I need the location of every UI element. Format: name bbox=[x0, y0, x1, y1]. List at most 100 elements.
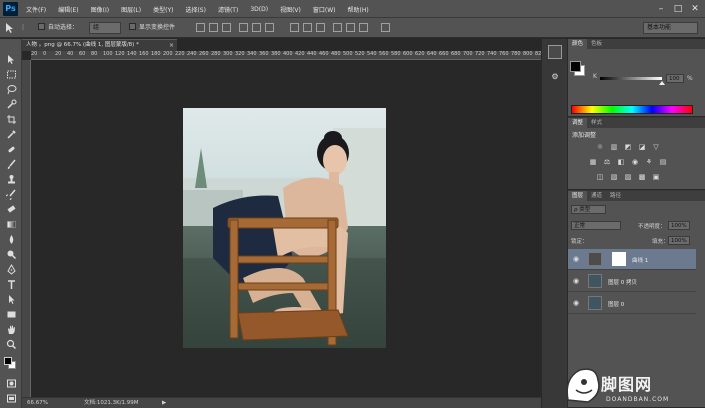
distribute-vcenter-icon[interactable] bbox=[303, 23, 312, 32]
layer-mask-thumbnail[interactable] bbox=[612, 252, 626, 266]
tab-color[interactable]: 颜色 bbox=[568, 39, 588, 49]
distribute-right-icon[interactable] bbox=[359, 23, 368, 32]
gradient-tool-icon[interactable] bbox=[5, 218, 17, 230]
history-panel-icon[interactable] bbox=[548, 45, 562, 59]
align-left-icon[interactable] bbox=[239, 23, 248, 32]
restore-button[interactable]: □ bbox=[672, 3, 684, 15]
tab-channels[interactable]: 通道 bbox=[587, 191, 606, 201]
tab-adjustments[interactable]: 调整 bbox=[568, 118, 588, 128]
eyedropper-tool-icon[interactable] bbox=[5, 128, 17, 140]
show-transform-checkbox[interactable]: 显示变换控件 bbox=[129, 22, 175, 34]
fill-field[interactable]: 100% bbox=[668, 236, 690, 245]
layer-filter-dropdown[interactable]: ρ 类型 bbox=[571, 205, 606, 214]
distribute-top-icon[interactable] bbox=[290, 23, 299, 32]
menu-item-0[interactable]: 文件(F) bbox=[26, 5, 46, 14]
zoom-level[interactable]: 66.67% bbox=[27, 398, 48, 408]
opacity-field[interactable]: 100% bbox=[668, 221, 690, 230]
distribute-bottom-icon[interactable] bbox=[316, 23, 325, 32]
color-lookup-icon[interactable]: ▤ bbox=[659, 158, 667, 166]
foreground-color-swatch[interactable] bbox=[4, 357, 12, 365]
align-top-icon[interactable] bbox=[196, 23, 205, 32]
layer-row-base[interactable]: ◉ 图层 0 bbox=[568, 293, 696, 314]
auto-select-dropdown[interactable]: 组 bbox=[89, 22, 121, 34]
black-white-icon[interactable]: ◧ bbox=[617, 158, 625, 166]
quick-select-tool-icon[interactable] bbox=[5, 98, 17, 110]
type-tool-icon[interactable] bbox=[5, 278, 17, 290]
close-button[interactable]: ✕ bbox=[689, 3, 701, 15]
visibility-eye-icon[interactable]: ◉ bbox=[572, 277, 580, 285]
move-tool-icon[interactable] bbox=[5, 53, 17, 65]
menu-item-3[interactable]: 图层(L) bbox=[121, 5, 141, 14]
crop-tool-icon[interactable] bbox=[5, 113, 17, 125]
healing-brush-tool-icon[interactable] bbox=[5, 143, 17, 155]
auto-align-icon[interactable] bbox=[381, 23, 390, 32]
k-value-field[interactable]: 100 bbox=[666, 74, 684, 83]
tab-swatches[interactable]: 色板 bbox=[587, 39, 606, 49]
tab-styles[interactable]: 样式 bbox=[587, 118, 606, 128]
menu-item-2[interactable]: 图像(I) bbox=[91, 5, 109, 14]
align-right-icon[interactable] bbox=[265, 23, 274, 32]
exposure-icon[interactable]: ◪ bbox=[638, 143, 646, 151]
color-balance-icon[interactable]: ⚖ bbox=[603, 158, 611, 166]
color-spectrum[interactable] bbox=[571, 105, 693, 114]
visibility-eye-icon[interactable]: ◉ bbox=[572, 255, 580, 263]
k-slider-thumb[interactable] bbox=[659, 81, 665, 85]
path-select-tool-icon[interactable] bbox=[5, 293, 17, 305]
clone-stamp-tool-icon[interactable] bbox=[5, 173, 17, 185]
tab-paths[interactable]: 路径 bbox=[606, 191, 625, 201]
lasso-tool-icon[interactable] bbox=[5, 83, 17, 95]
align-vcenter-icon[interactable] bbox=[209, 23, 218, 32]
eraser-tool-icon[interactable] bbox=[5, 203, 17, 215]
levels-icon[interactable]: ▥ bbox=[610, 143, 618, 151]
menu-item-8[interactable]: 视图(V) bbox=[280, 5, 301, 14]
menu-item-4[interactable]: 类型(Y) bbox=[153, 5, 173, 14]
dodge-tool-icon[interactable] bbox=[5, 248, 17, 260]
history-brush-tool-icon[interactable] bbox=[5, 188, 17, 200]
hand-tool-icon[interactable] bbox=[5, 323, 17, 335]
document-photo[interactable] bbox=[183, 108, 386, 348]
move-tool-icon[interactable] bbox=[4, 22, 18, 34]
photo-filter-icon[interactable]: ◉ bbox=[631, 158, 639, 166]
distribute-left-icon[interactable] bbox=[333, 23, 342, 32]
rectangle-tool-icon[interactable] bbox=[5, 308, 17, 320]
menu-item-9[interactable]: 窗口(W) bbox=[313, 5, 336, 14]
brush-tool-icon[interactable] bbox=[5, 158, 17, 170]
layer-row-curves[interactable]: ◉ 曲线 1 bbox=[568, 249, 696, 270]
pen-tool-icon[interactable] bbox=[5, 263, 17, 275]
hue-saturation-icon[interactable]: ▦ bbox=[589, 158, 597, 166]
vibrance-icon[interactable]: ▽ bbox=[652, 143, 660, 151]
visibility-eye-icon[interactable]: ◉ bbox=[572, 299, 580, 307]
posterize-icon[interactable]: ▧ bbox=[610, 173, 618, 181]
properties-panel-icon[interactable]: ⚙ bbox=[548, 70, 562, 84]
document-info[interactable]: 文档:1021.3K/1.99M bbox=[84, 398, 139, 408]
color-swatches[interactable] bbox=[4, 357, 17, 370]
distribute-hcenter-icon[interactable] bbox=[346, 23, 355, 32]
quick-mask-icon[interactable] bbox=[5, 377, 17, 389]
align-hcenter-icon[interactable] bbox=[252, 23, 261, 32]
menu-item-1[interactable]: 编辑(E) bbox=[58, 5, 78, 14]
curves-icon[interactable]: ◩ bbox=[624, 143, 632, 151]
tab-layers[interactable]: 图层 bbox=[568, 191, 588, 201]
blend-mode-dropdown[interactable]: 正常 bbox=[571, 221, 621, 230]
workspace-dropdown[interactable]: 基本功能 bbox=[643, 22, 698, 34]
screen-mode-icon[interactable] bbox=[5, 392, 17, 404]
align-bottom-icon[interactable] bbox=[222, 23, 231, 32]
invert-icon[interactable]: ◫ bbox=[596, 173, 604, 181]
close-tab-icon[interactable]: × bbox=[169, 40, 174, 51]
menu-item-10[interactable]: 帮助(H) bbox=[348, 5, 369, 14]
minimize-button[interactable]: – bbox=[655, 3, 667, 15]
brightness-icon[interactable]: ☼ bbox=[596, 143, 604, 151]
menu-item-7[interactable]: 3D(D) bbox=[250, 6, 268, 13]
gradient-map-icon[interactable]: ▩ bbox=[638, 173, 646, 181]
menu-item-6[interactable]: 滤镜(T) bbox=[218, 5, 238, 14]
menu-item-5[interactable]: 选择(S) bbox=[185, 5, 206, 14]
auto-select-checkbox[interactable]: 自动选择： bbox=[38, 22, 78, 34]
marquee-tool-icon[interactable] bbox=[5, 68, 17, 80]
document-tab[interactable]: 人物 。png @ 66.7% (曲线 1, 图层蒙版/8) * × bbox=[22, 39, 177, 51]
threshold-icon[interactable]: ▨ bbox=[624, 173, 632, 181]
layer-row-copy[interactable]: ◉ 图层 0 拷贝 bbox=[568, 271, 696, 292]
selective-color-icon[interactable]: ▣ bbox=[652, 173, 660, 181]
status-menu-icon[interactable]: ▶ bbox=[162, 398, 166, 408]
zoom-tool-icon[interactable] bbox=[5, 338, 17, 350]
foreground-swatch[interactable] bbox=[570, 61, 581, 72]
